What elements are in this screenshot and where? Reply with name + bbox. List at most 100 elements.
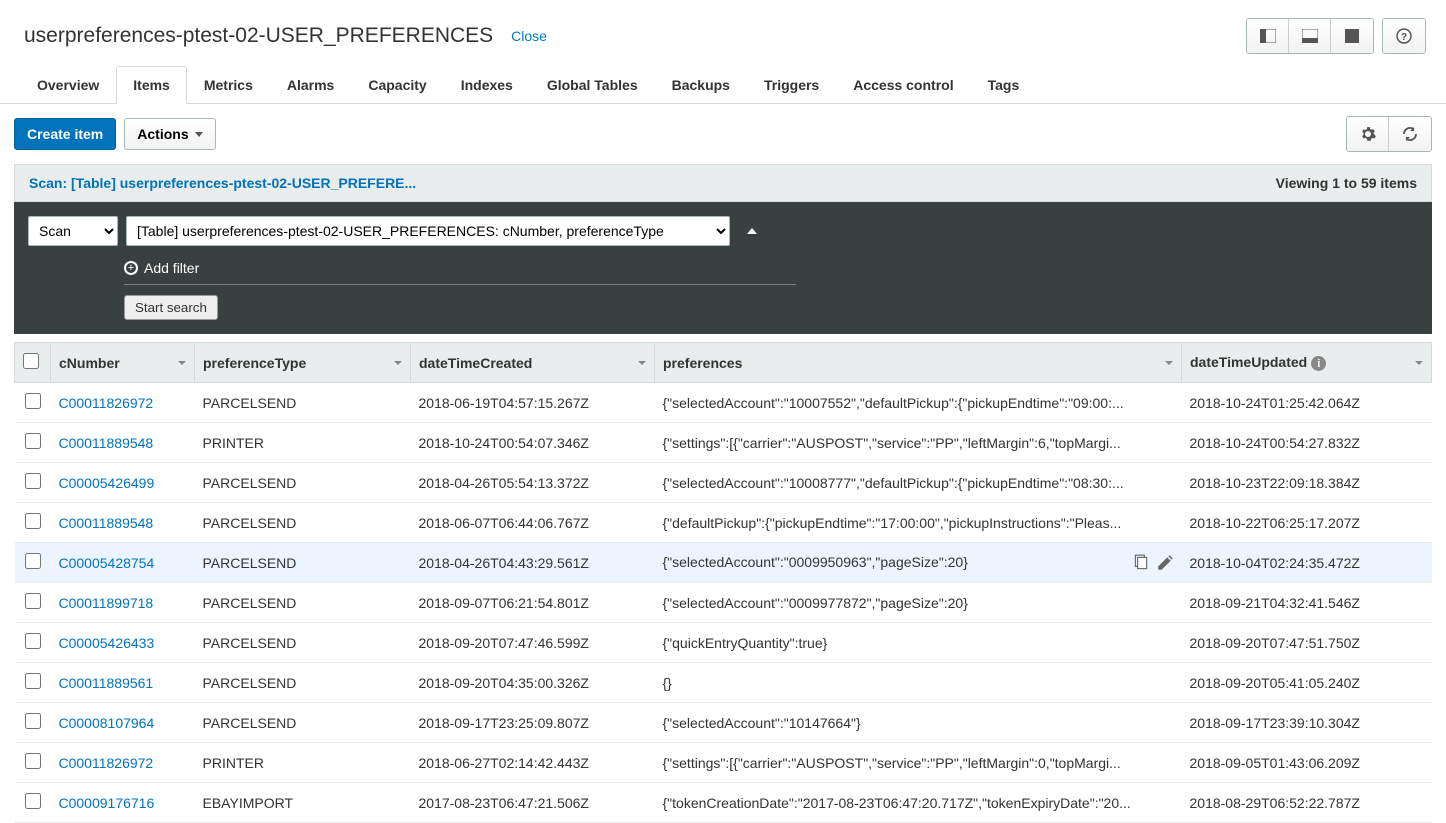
start-search-button[interactable]: Start search	[124, 295, 218, 320]
refresh-icon[interactable]	[1389, 117, 1431, 151]
tab-global-tables[interactable]: Global Tables	[530, 66, 655, 103]
scan-target-select[interactable]: [Table] userpreferences-ptest-02-USER_PR…	[126, 216, 730, 246]
cnumber-link[interactable]: C00011889548	[59, 515, 154, 531]
add-filter-link[interactable]: + Add filter	[124, 260, 199, 276]
help-button-group: ?	[1382, 18, 1426, 54]
row-checkbox[interactable]	[25, 713, 41, 729]
cell-datetimeupdated: 2018-10-22T06:25:17.207Z	[1182, 503, 1432, 543]
select-all-checkbox[interactable]	[23, 353, 39, 369]
tab-overview[interactable]: Overview	[20, 66, 116, 103]
tab-indexes[interactable]: Indexes	[444, 66, 530, 103]
tab-backups[interactable]: Backups	[655, 66, 747, 103]
cell-datetimecreated: 2018-09-07T06:21:54.801Z	[411, 583, 655, 623]
cell-preferencetype: PRINTER	[195, 743, 411, 783]
edit-icon[interactable]	[1156, 554, 1174, 572]
table-row: C00011889561PARCELSEND2018-09-20T04:35:0…	[15, 663, 1432, 703]
cell-datetimecreated: 2018-09-20T07:47:46.599Z	[411, 623, 655, 663]
select-all-header[interactable]	[15, 343, 51, 383]
cnumber-link[interactable]: C00005426433	[59, 635, 155, 651]
cnumber-link[interactable]: C00011899718	[59, 595, 154, 611]
cell-preferencetype: PARCELSEND	[195, 463, 411, 503]
cnumber-link[interactable]: C00005426499	[59, 475, 155, 491]
cell-datetimeupdated: 2018-09-20T07:47:51.750Z	[1182, 623, 1432, 663]
cell-datetimeupdated: 2018-10-24T01:25:42.064Z	[1182, 383, 1432, 423]
cell-datetimecreated: 2018-06-19T04:57:15.267Z	[411, 383, 655, 423]
cell-preferences: {"tokenCreationDate":"2017-08-23T06:47:2…	[655, 783, 1182, 823]
cell-datetimeupdated: 2018-10-24T00:54:27.832Z	[1182, 423, 1432, 463]
scan-panel: Scan [Table] userpreferences-ptest-02-US…	[14, 202, 1432, 334]
col-header-datetimecreated[interactable]: dateTimeCreated	[411, 343, 655, 383]
table-row: C00011826972 PRINTER2018-06-27T02:14:42.4…	[15, 743, 1432, 783]
col-header-preferencetype[interactable]: preferenceType	[195, 343, 411, 383]
cnumber-link[interactable]: C00011889561	[59, 675, 154, 691]
row-checkbox[interactable]	[25, 633, 41, 649]
sort-icon	[394, 361, 402, 365]
cell-datetimecreated: 2018-10-24T00:54:07.346Z	[411, 423, 655, 463]
plus-icon: +	[124, 261, 138, 275]
cell-datetimeupdated: 2018-09-17T23:39:10.304Z	[1182, 703, 1432, 743]
cell-preferencetype: PRINTER	[195, 423, 411, 463]
copy-icon[interactable]	[1132, 554, 1150, 572]
row-checkbox[interactable]	[25, 553, 41, 569]
tab-triggers[interactable]: Triggers	[747, 66, 836, 103]
chevron-down-icon	[195, 132, 203, 137]
table-row: C00009176716EBAYIMPORT2017-08-23T06:47:2…	[15, 783, 1432, 823]
tab-alarms[interactable]: Alarms	[270, 66, 351, 103]
tab-capacity[interactable]: Capacity	[351, 66, 443, 103]
row-checkbox[interactable]	[25, 793, 41, 809]
layout-full-icon[interactable]	[1331, 19, 1373, 53]
cnumber-link[interactable]: C00011826972	[59, 755, 154, 771]
table-row: C00005428754PARCELSEND2018-04-26T04:43:2…	[15, 543, 1432, 583]
tab-metrics[interactable]: Metrics	[187, 66, 270, 103]
cell-preferences: {"selectedAccount":"10008777","defaultPi…	[655, 463, 1182, 503]
sort-icon	[1415, 361, 1423, 365]
tab-tags[interactable]: Tags	[971, 66, 1037, 103]
cell-datetimecreated: 2018-09-20T04:35:00.326Z	[411, 663, 655, 703]
info-icon[interactable]: i	[1311, 356, 1326, 371]
gear-icon[interactable]	[1347, 117, 1389, 151]
table-row: C00005426433PARCELSEND2018-09-20T07:47:4…	[15, 623, 1432, 663]
cnumber-link[interactable]: C00009176716	[59, 795, 155, 811]
chevron-up-icon	[747, 228, 757, 234]
cell-preferences: {"quickEntryQuantity":true}	[655, 623, 1182, 663]
close-link[interactable]: Close	[511, 28, 547, 44]
cnumber-link[interactable]: C00005428754	[59, 555, 155, 571]
cell-datetimecreated: 2018-06-07T06:44:06.767Z	[411, 503, 655, 543]
row-checkbox[interactable]	[25, 513, 41, 529]
col-header-preferences[interactable]: preferences	[655, 343, 1182, 383]
cell-preferences: {"selectedAccount":"10147664"}	[655, 703, 1182, 743]
sort-icon	[1165, 361, 1173, 365]
cell-datetimeupdated: 2018-10-23T22:09:18.384Z	[1182, 463, 1432, 503]
row-checkbox[interactable]	[25, 433, 41, 449]
layout-buttons	[1246, 18, 1374, 54]
row-checkbox[interactable]	[25, 753, 41, 769]
layout-left-icon[interactable]	[1247, 19, 1289, 53]
col-header-cnumber[interactable]: cNumber	[51, 343, 195, 383]
create-item-button[interactable]: Create item	[14, 118, 116, 150]
scan-summary[interactable]: Scan: [Table] userpreferences-ptest-02-U…	[29, 175, 416, 191]
layout-bottom-icon[interactable]	[1289, 19, 1331, 53]
actions-button[interactable]: Actions	[124, 118, 215, 150]
viewing-count: Viewing 1 to 59 items	[1276, 175, 1417, 191]
cell-datetimecreated: 2018-06-27T02:14:42.443Z	[411, 743, 655, 783]
tab-items[interactable]: Items	[116, 66, 187, 104]
table-row: C00008107964PARCELSEND2018-09-17T23:25:0…	[15, 703, 1432, 743]
cell-datetimecreated: 2018-09-17T23:25:09.807Z	[411, 703, 655, 743]
scan-mode-select[interactable]: Scan	[28, 216, 118, 246]
cell-preferences: {}	[655, 663, 1182, 703]
cnumber-link[interactable]: C00011889548	[59, 435, 154, 451]
cell-preferences: {"settings":[{"carrier":"AUSPOST","servi…	[655, 423, 1182, 463]
row-checkbox[interactable]	[25, 593, 41, 609]
tab-access-control[interactable]: Access control	[836, 66, 970, 103]
row-checkbox[interactable]	[25, 473, 41, 489]
cell-preferences: {"selectedAccount":"0009977872","pageSiz…	[655, 583, 1182, 623]
help-icon[interactable]: ?	[1383, 19, 1425, 53]
sort-icon	[178, 361, 186, 365]
collapse-panel-button[interactable]	[738, 217, 766, 245]
row-checkbox[interactable]	[25, 393, 41, 409]
col-header-datetimeupdated[interactable]: dateTimeUpdatedi	[1182, 343, 1432, 383]
sort-icon	[638, 361, 646, 365]
cnumber-link[interactable]: C00011826972	[59, 395, 154, 411]
cnumber-link[interactable]: C00008107964	[59, 715, 155, 731]
row-checkbox[interactable]	[25, 673, 41, 689]
